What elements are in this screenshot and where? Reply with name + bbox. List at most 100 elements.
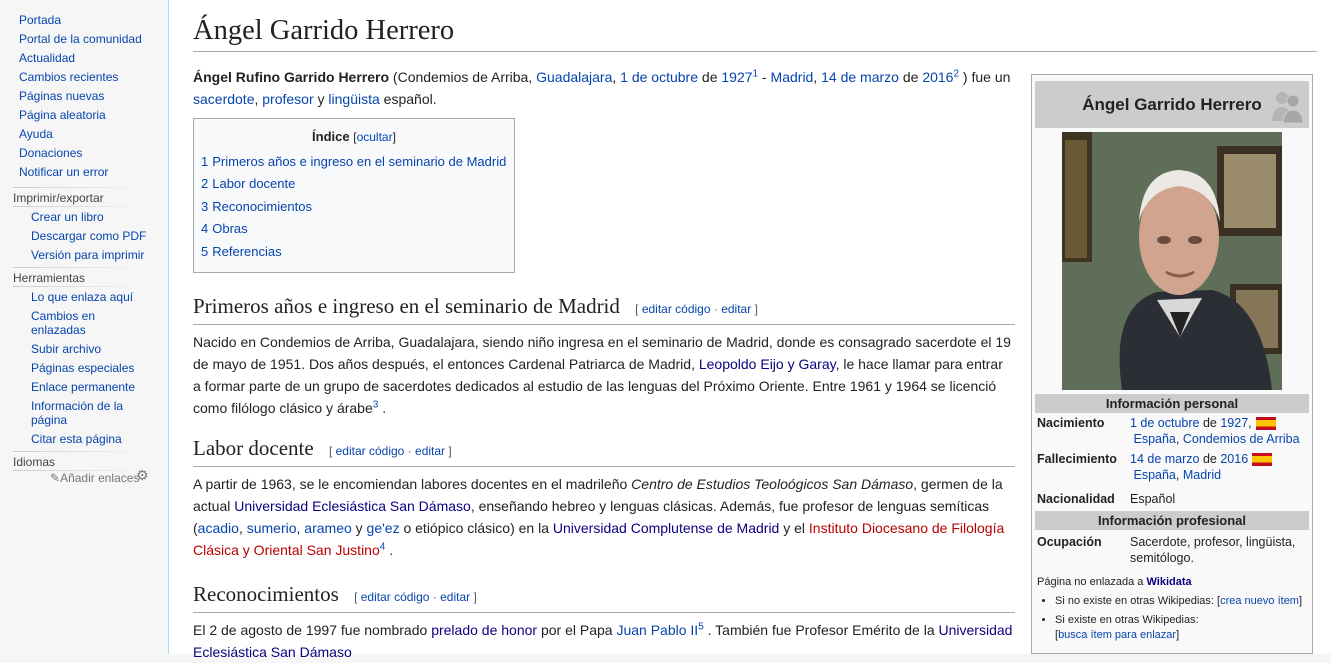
nav-link[interactable]: Página aleatoria <box>19 108 106 122</box>
nav-item-pagina-aleatoria[interactable]: Página aleatoria <box>0 106 168 125</box>
text: Si no existe en otras Wikipedias: <box>1055 595 1218 607</box>
toc-item[interactable]: 5 Referencias <box>201 241 507 263</box>
tools-link[interactable]: Páginas especiales <box>31 361 134 375</box>
toc-link[interactable]: Primeros años e ingreso en el seminario … <box>212 154 506 169</box>
link-universidad-san-damaso[interactable]: Universidad Eclesiástica San Dámaso <box>234 498 471 514</box>
link-sacerdote[interactable]: sacerdote <box>193 91 254 107</box>
nav-link[interactable]: Actualidad <box>19 51 75 65</box>
nav-item-notificar-error[interactable]: Notificar un error <box>0 163 168 182</box>
toc-toggle: [ocultar] <box>353 130 396 144</box>
link-birth-date[interactable]: 1 de octubre <box>620 69 698 85</box>
tools-link[interactable]: Cambios en enlazadas <box>31 309 95 337</box>
link-prelado-de-honor[interactable]: prelado de honor <box>431 622 537 638</box>
text: . <box>385 542 394 559</box>
nav-link[interactable]: Páginas nuevas <box>19 89 104 103</box>
create-item-link[interactable]: crea nuevo ítem <box>1220 595 1299 607</box>
edit-code-link[interactable]: editar código <box>642 302 711 316</box>
toc-number: 2 <box>201 176 209 192</box>
nav-item-ayuda[interactable]: Ayuda <box>0 125 168 144</box>
toc-link[interactable]: Reconocimientos <box>212 199 312 214</box>
link-wikidata[interactable]: Wikidata <box>1146 576 1191 588</box>
toc-hide-link[interactable]: ocultar <box>357 130 393 144</box>
tools-item-paginas-especiales[interactable]: Páginas especiales <box>0 361 168 375</box>
toc-link[interactable]: Referencias <box>212 244 281 259</box>
edit-link[interactable]: editar <box>440 590 470 604</box>
search-item-link[interactable]: busca ítem para enlazar <box>1058 629 1176 641</box>
link-1927[interactable]: 1927 <box>721 69 752 85</box>
link-profesor[interactable]: profesor <box>262 91 313 107</box>
tools-link[interactable]: Lo que enlaza aquí <box>31 290 133 304</box>
edit-code-link[interactable]: editar código <box>361 590 430 604</box>
link-espana[interactable]: España <box>1133 468 1175 482</box>
nav-link[interactable]: Portal de la comunidad <box>19 32 142 46</box>
toc-item[interactable]: 3 Reconocimientos <box>201 196 507 218</box>
nav-link[interactable]: Ayuda <box>19 127 53 141</box>
portrait-photo[interactable] <box>1062 132 1282 390</box>
nav-item-actualidad[interactable]: Actualidad <box>0 49 168 68</box>
link-birth-year[interactable]: 1927 <box>1220 416 1248 430</box>
edit-code-link[interactable]: editar código <box>336 444 405 458</box>
tools-link[interactable]: Información de la página <box>31 399 123 427</box>
link-arameo[interactable]: arameo <box>304 520 351 536</box>
print-item-crear-libro[interactable]: Crear un libro <box>0 210 168 224</box>
tools-link[interactable]: Subir archivo <box>31 342 101 356</box>
nav-link[interactable]: Cambios recientes <box>19 70 118 84</box>
link-acadio[interactable]: acadio <box>198 520 239 536</box>
link-2016[interactable]: 2016 <box>922 69 953 85</box>
tools-item-lo-que-enlaza[interactable]: Lo que enlaza aquí <box>0 290 168 304</box>
link-birth-day[interactable]: 1 de octubre <box>1130 416 1200 430</box>
toc-link[interactable]: Obras <box>212 221 247 236</box>
nav-item-cambios-recientes[interactable]: Cambios recientes <box>0 68 168 87</box>
toc-link[interactable]: Labor docente <box>212 176 295 191</box>
tools-item-subir-archivo[interactable]: Subir archivo <box>0 342 168 356</box>
nav-link[interactable]: Donaciones <box>19 146 82 160</box>
print-link[interactable]: Crear un libro <box>31 210 104 224</box>
print-link[interactable]: Descargar como PDF <box>31 229 146 243</box>
nav-item-donaciones[interactable]: Donaciones <box>0 144 168 163</box>
tools-item-informacion-pagina[interactable]: Información de la página <box>0 399 168 427</box>
link-espana[interactable]: España <box>1133 432 1175 446</box>
print-link[interactable]: Versión para imprimir <box>31 248 144 262</box>
link-death-date[interactable]: 14 de marzo <box>821 69 899 85</box>
link-death-day[interactable]: 14 de marzo <box>1130 452 1199 466</box>
spain-flag-icon <box>1255 417 1276 431</box>
link-complutense[interactable]: Universidad Complutense de Madrid <box>553 520 779 536</box>
gear-icon[interactable]: ⚙ <box>136 467 149 484</box>
nav-item-paginas-nuevas[interactable]: Páginas nuevas <box>0 87 168 106</box>
toc-number: 5 <box>201 243 209 259</box>
link-madrid[interactable]: Madrid <box>771 69 814 85</box>
edit-link[interactable]: editar <box>721 302 751 316</box>
row-value: Español <box>1130 492 1176 506</box>
tools-item-cambios-enlazadas[interactable]: Cambios en enlazadas <box>0 309 168 337</box>
tools-item-enlace-permanente[interactable]: Enlace permanente <box>0 380 168 394</box>
tools-link[interactable]: Enlace permanente <box>31 380 135 394</box>
toc-item[interactable]: 4 Obras <box>201 218 507 240</box>
edit-section-links: [ editar código · editar ] <box>328 444 452 459</box>
nav-item-portada[interactable]: Portada <box>0 11 168 30</box>
page-title: Ángel Garrido Herrero <box>193 0 1317 52</box>
nav-item-portal[interactable]: Portal de la comunidad <box>0 30 168 49</box>
link-linguista[interactable]: lingüista <box>328 91 379 107</box>
nav-link[interactable]: Portada <box>19 13 61 27</box>
section-paragraph: A partir de 1963, se le encomiendan labo… <box>193 476 1005 559</box>
print-item-version-imprimir[interactable]: Versión para imprimir <box>0 248 168 262</box>
link-leopoldo-eijo[interactable]: Leopoldo Eijo y Garay <box>699 356 836 372</box>
link-madrid[interactable]: Madrid <box>1183 468 1221 482</box>
tools-link[interactable]: Citar esta página <box>31 432 122 446</box>
link-geez[interactable]: ge'ez <box>367 520 400 536</box>
nav-link[interactable]: Notificar un error <box>19 165 108 179</box>
infobox: Ángel Garrido Herrero Información person… <box>1031 74 1313 654</box>
link-condemios[interactable]: Condemios de Arriba <box>1183 432 1300 446</box>
tools-item-citar-pagina[interactable]: Citar esta página <box>0 432 168 446</box>
toc-item[interactable]: 2 Labor docente <box>201 173 507 195</box>
edit-link[interactable]: editar <box>415 444 445 458</box>
link-death-year[interactable]: 2016 <box>1220 452 1248 466</box>
link-sumerio[interactable]: sumerio <box>247 520 297 536</box>
wikidata-notice: Página no enlazada a Wikidata Si no exis… <box>1035 574 1309 643</box>
languages-portal: Idiomas ⚙ ✎Añadir enlaces <box>0 451 168 485</box>
link-guadalajara[interactable]: Guadalajara <box>536 69 612 85</box>
table-of-contents: Índice [ocultar] 1 Primeros años e ingres… <box>193 118 515 274</box>
print-item-descargar-pdf[interactable]: Descargar como PDF <box>0 229 168 243</box>
toc-item[interactable]: 1 Primeros años e ingreso en el seminario… <box>201 151 507 173</box>
link-juan-pablo-ii[interactable]: Juan Pablo II <box>616 622 698 638</box>
